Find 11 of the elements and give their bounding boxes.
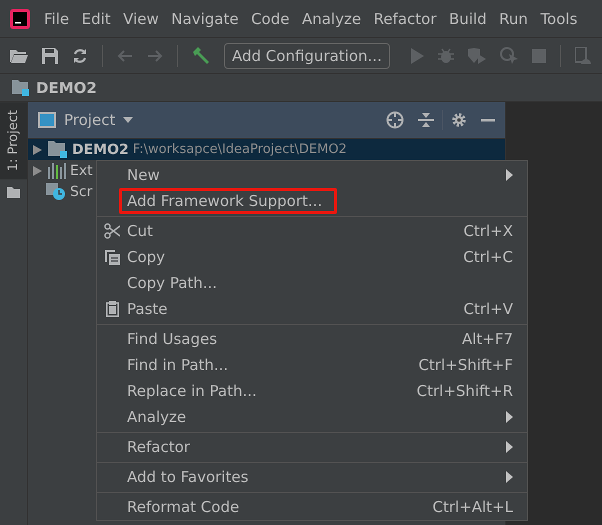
shortcut-text: Ctrl+Shift+F <box>418 356 513 374</box>
shortcut-text: Ctrl+Shift+R <box>416 382 513 400</box>
shortcut-text: Alt+F7 <box>462 330 513 348</box>
tree-label: Ext <box>70 162 93 178</box>
shortcut-text: Ctrl+V <box>463 300 513 318</box>
shortcut-text: Ctrl+C <box>463 248 513 266</box>
tree-label: Scr <box>70 184 92 200</box>
shortcut-text: Ctrl+Alt+L <box>432 498 513 516</box>
tree-path: F:\worksapce\IdeaProject\DEMO2 <box>132 142 347 157</box>
tree-label: DEMO2 <box>72 142 129 158</box>
shortcut-text: Ctrl+X <box>463 222 513 240</box>
